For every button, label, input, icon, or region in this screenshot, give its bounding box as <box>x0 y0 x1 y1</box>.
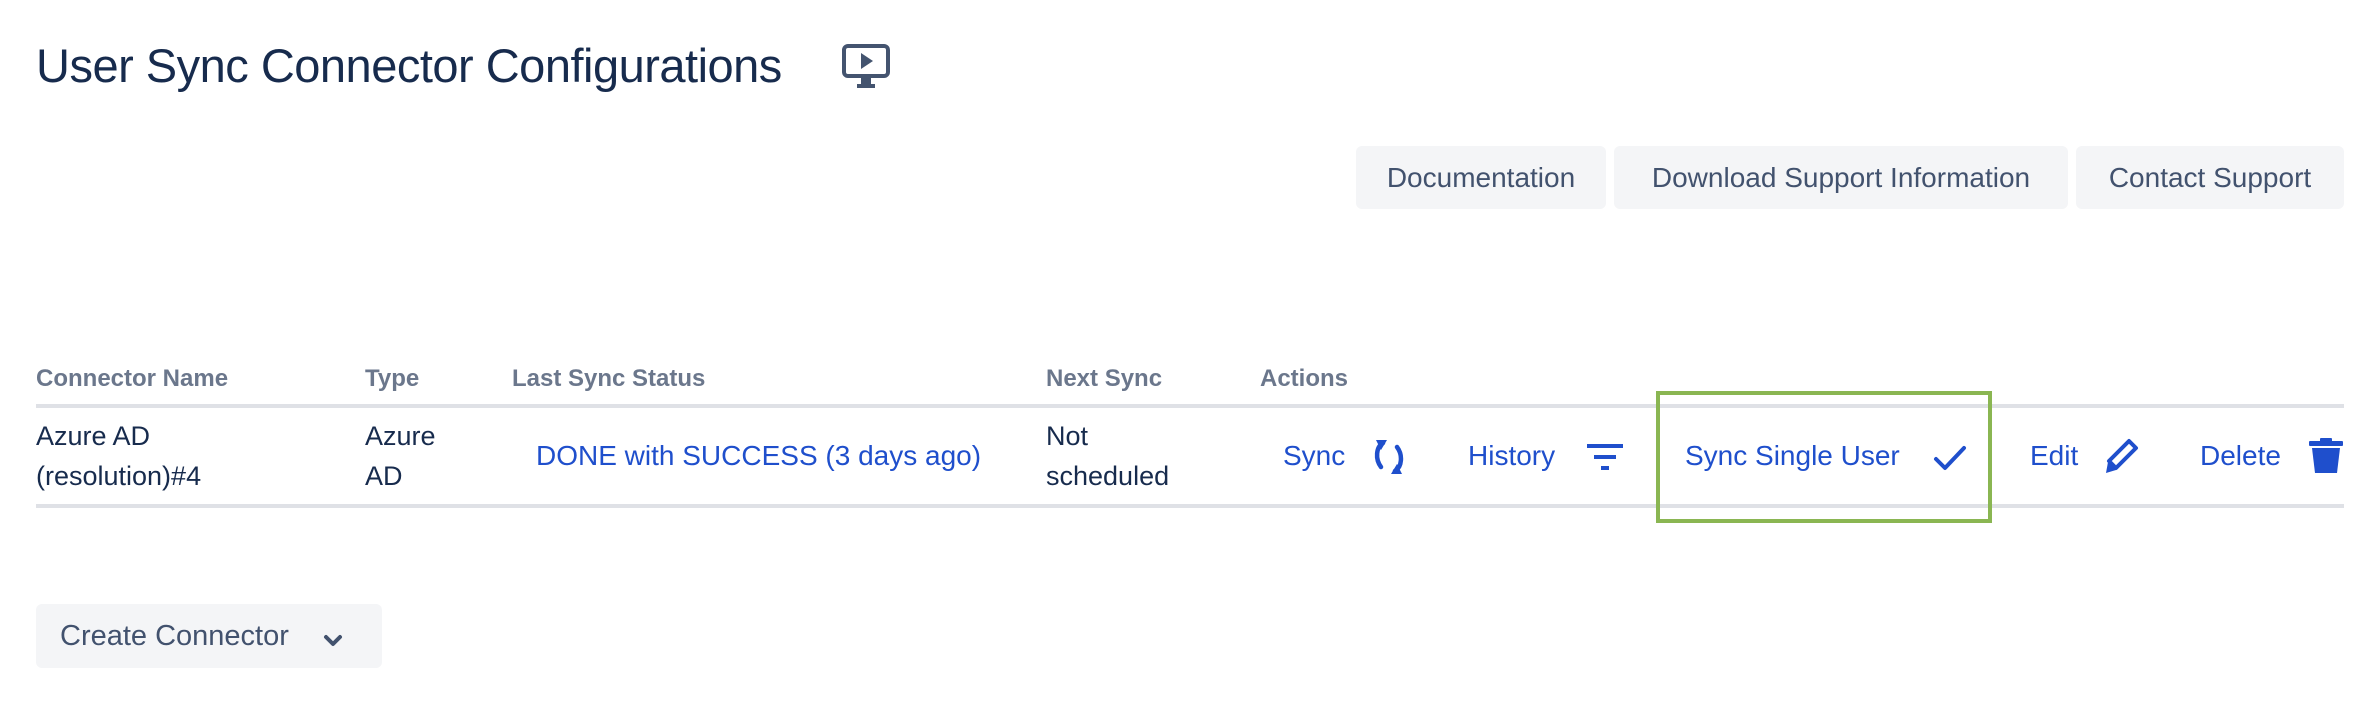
type-line-1: Azure <box>365 421 436 451</box>
delete-action-label: Delete <box>2200 440 2281 471</box>
header-divider <box>36 404 2344 408</box>
chevron-down-icon <box>322 626 344 646</box>
monitor-play-icon[interactable] <box>842 44 890 90</box>
type-line-2: AD <box>365 461 403 491</box>
column-header-actions: Actions <box>1260 365 1349 392</box>
highlight-box <box>1656 391 1992 523</box>
download-support-information-button[interactable]: Download Support Information <box>1614 146 2068 209</box>
filter-icon[interactable] <box>1586 442 1624 477</box>
create-connector-label: Create Connector <box>60 620 289 652</box>
edit-action-link[interactable]: Edit <box>2030 436 2078 476</box>
column-header-type: Type <box>365 365 420 392</box>
pencil-icon[interactable] <box>2102 437 2140 482</box>
documentation-button[interactable]: Documentation <box>1356 146 1606 209</box>
page-title: User Sync Connector Configurations <box>36 39 782 92</box>
column-header-last-sync-status: Last Sync Status <box>512 365 706 392</box>
type-cell: Azure AD <box>365 416 436 496</box>
edit-action-label: Edit <box>2030 440 2079 471</box>
create-connector-dropdown-button[interactable]: Create Connector <box>36 604 382 668</box>
column-header-connector-name: Connector Name <box>36 365 229 392</box>
delete-action-link[interactable]: Delete <box>2200 436 2281 476</box>
history-action-link[interactable]: History <box>1468 436 1555 476</box>
next-sync-line-2: scheduled <box>1046 461 1170 491</box>
contact-support-button[interactable]: Contact Support <box>2076 146 2344 209</box>
connector-name-line-2: (resolution)#4 <box>36 461 202 491</box>
connector-name-line-1: Azure AD <box>36 421 151 451</box>
sync-icon[interactable] <box>1370 437 1408 482</box>
next-sync-line-1: Not <box>1046 421 1089 451</box>
history-action-label: History <box>1468 440 1556 471</box>
row-divider <box>36 504 2344 508</box>
sync-action-link[interactable]: Sync <box>1283 436 1345 476</box>
column-header-next-sync: Next Sync <box>1046 365 1163 392</box>
sync-action-label: Sync <box>1283 440 1346 471</box>
last-sync-status-link[interactable]: DONE with SUCCESS (3 days ago) <box>536 436 981 476</box>
connector-name-cell: Azure AD (resolution)#4 <box>36 416 201 496</box>
trash-icon[interactable] <box>2309 438 2343 479</box>
next-sync-cell: Not scheduled <box>1046 416 1169 496</box>
